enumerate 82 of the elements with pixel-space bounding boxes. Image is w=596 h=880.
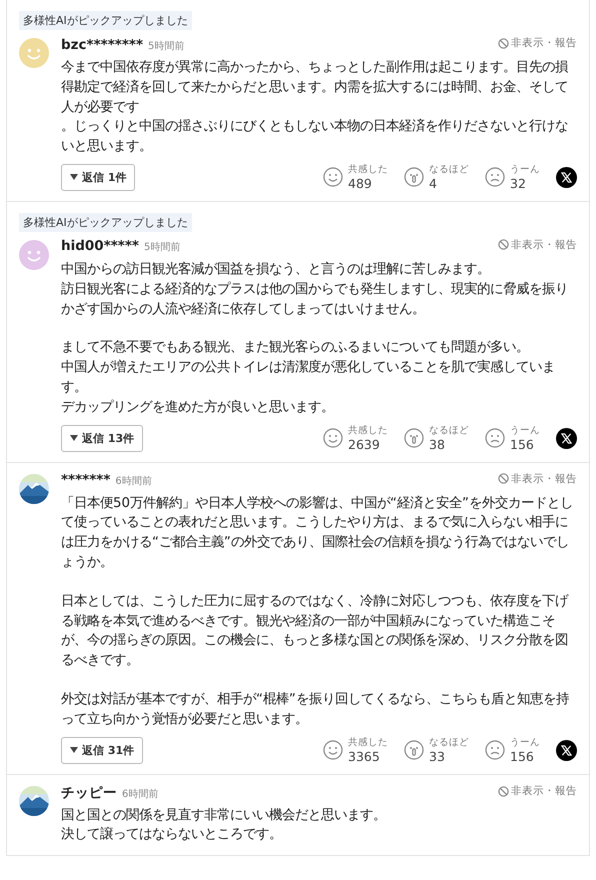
surprised-face-icon <box>404 740 424 760</box>
comment-text: 中国からの訪日観光客減が国益を損なう、と言うのは理解に苦しみます。 <box>61 260 491 279</box>
comment-text: 外交は対話が基本ですが、相手が“棍棒”を振り回してくるなら、こちらも盾と知恵を持って立ち向かう覚悟が必要だと思います。 <box>61 690 570 729</box>
share-x-button[interactable] <box>556 166 577 188</box>
block-icon <box>498 38 509 48</box>
user-name[interactable]: hid00***** <box>61 238 139 254</box>
reaction-button[interactable]: うーん 32 <box>485 164 540 191</box>
hide-report-link[interactable]: 非表示・報告 <box>498 36 577 50</box>
comment-text: まして不急不要でもある観光、また観光客らのふるまいについても問題が多い。 <box>61 338 530 358</box>
reaction-button[interactable]: なるほど 38 <box>404 424 469 452</box>
reaction-label: 共感した <box>348 736 388 749</box>
post-time: 6時間前 <box>115 474 152 488</box>
hide-report-text[interactable]: 非表示・報告 <box>511 36 577 50</box>
comment-text: 訪日観光客による経済的なプラスは他の国からでも発生しますし、現実的に脅威を振りかざす国からの人流や経済に依存してしまってはいけません。 <box>61 280 569 319</box>
smile-face-icon <box>323 740 343 760</box>
frown-face-icon <box>485 740 505 760</box>
hide-report-text[interactable]: 非表示・報告 <box>511 238 577 252</box>
hide-report-link[interactable]: 非表示・報告 <box>498 238 577 252</box>
block-icon <box>498 473 509 484</box>
comment-text: 今まで中国依存度が異常に高かったから、ちょっとした副作用は起こります。目先の損得勘定で経済を回して来たからだと思います。内需を拡大するには時間、お金、そして人が必要です <box>61 58 569 117</box>
caret-icon <box>70 747 78 754</box>
surprised-face-icon <box>404 167 424 188</box>
frown-face-icon <box>485 428 505 448</box>
caret-icon <box>70 174 78 180</box>
hide-report-text[interactable]: 非表示・報告 <box>511 784 577 798</box>
block-icon <box>498 786 509 797</box>
hide-report-link[interactable]: 非表示・報告 <box>498 784 577 798</box>
comment-text: 中国人が増えたエリアの公共トイレは清潔度が悪化していることを肌で実感しています。 <box>61 358 556 397</box>
caret-icon <box>70 435 78 442</box>
pickup-label: 多様性AIがピックアップしました <box>19 11 192 30</box>
post-time: 5時間前 <box>148 40 184 52</box>
reaction-button[interactable]: 共感した 3365 <box>323 736 388 764</box>
comment-text: 日本としては、こうした圧力に屈するのではなく、冷静に対応しつつも、依存度を下げる戦略を本気で進めるべきです。観光や経済の一部が中国頼みになっていた構造こそが、今の揺らぎの原因。この機会に、もっと多様な国との関係を深め、リスク分散を図るべきです。 <box>61 592 570 670</box>
reaction-button[interactable]: なるほど 4 <box>404 164 469 191</box>
reaction-count: 3365 <box>348 748 381 764</box>
replies-button[interactable]: 返信 31件 <box>61 736 144 764</box>
post-time: 5時間前 <box>144 240 180 254</box>
x-logo-icon <box>561 172 572 183</box>
post-time: 6時間前 <box>122 788 158 801</box>
reaction-button[interactable]: うーん 156 <box>485 424 540 452</box>
user-name[interactable]: ******* <box>61 472 110 488</box>
reaction-count: 156 <box>510 436 535 452</box>
share-x-button[interactable] <box>556 428 577 449</box>
hide-report-link[interactable]: 非表示・報告 <box>498 472 577 486</box>
reaction-label: なるほど <box>429 164 469 176</box>
comment-text: デカップリングを進めた方が良いと思います。 <box>61 398 335 417</box>
reaction-button[interactable]: 共感した 489 <box>323 164 388 191</box>
reaction-label: なるほど <box>429 736 469 749</box>
reaction-count: 156 <box>510 748 535 764</box>
user-name[interactable]: bzc******** <box>61 36 144 52</box>
reaction-count: 489 <box>348 176 373 191</box>
reaction-label: うーん <box>510 164 540 176</box>
block-icon <box>498 239 509 250</box>
comment-text: 国と国との関係を見直す非常にいい機会だと思います。 <box>61 806 387 825</box>
comment-text: 。じっくりと中国の揺さぶりにびくともしない本物の日本経済を作りださないと行けないと思います。 <box>61 118 569 156</box>
user-name[interactable]: チッピー <box>61 784 117 802</box>
reaction-count: 2639 <box>348 436 381 452</box>
reaction-count: 38 <box>429 436 446 452</box>
comment-text: 決して譲ってはならないところです。 <box>61 826 283 844</box>
frown-face-icon <box>485 167 505 188</box>
reaction-label: 共感した <box>348 164 388 176</box>
x-logo-icon <box>561 744 572 756</box>
reaction-label: 共感した <box>348 424 388 437</box>
reaction-count: 33 <box>429 748 446 764</box>
pickup-label: 多様性AIがピックアップしました <box>19 212 192 232</box>
reaction-count: 32 <box>510 176 527 191</box>
x-logo-icon <box>561 432 572 444</box>
reaction-label: なるほど <box>429 424 469 437</box>
smile-face-icon <box>323 428 343 448</box>
reaction-count: 4 <box>429 176 438 191</box>
reaction-label: うーん <box>510 424 540 437</box>
reaction-button[interactable]: なるほど 33 <box>404 736 469 764</box>
replies-button[interactable]: 返信 1件 <box>61 164 136 191</box>
comment-text: 「日本便50万件解約」や日本人学校への影響は、中国が“経済と安全”を外交カードとして使っていることの表れだと思います。こうしたやり方は、まるで気に入らない相手には圧力をかける“ご都合主義”の外交であり、国際社会の信頼を損なう行為ではないでしょうか。 <box>61 494 574 572</box>
reaction-button[interactable]: 共感した 2639 <box>323 424 388 452</box>
reaction-button[interactable]: うーん 156 <box>485 736 540 764</box>
smile-face-icon <box>323 167 343 188</box>
hide-report-text[interactable]: 非表示・報告 <box>511 472 577 486</box>
surprised-face-icon <box>404 428 424 448</box>
reaction-label: うーん <box>510 736 540 749</box>
replies-button[interactable]: 返信 13件 <box>61 424 144 452</box>
share-x-button[interactable] <box>556 740 577 761</box>
